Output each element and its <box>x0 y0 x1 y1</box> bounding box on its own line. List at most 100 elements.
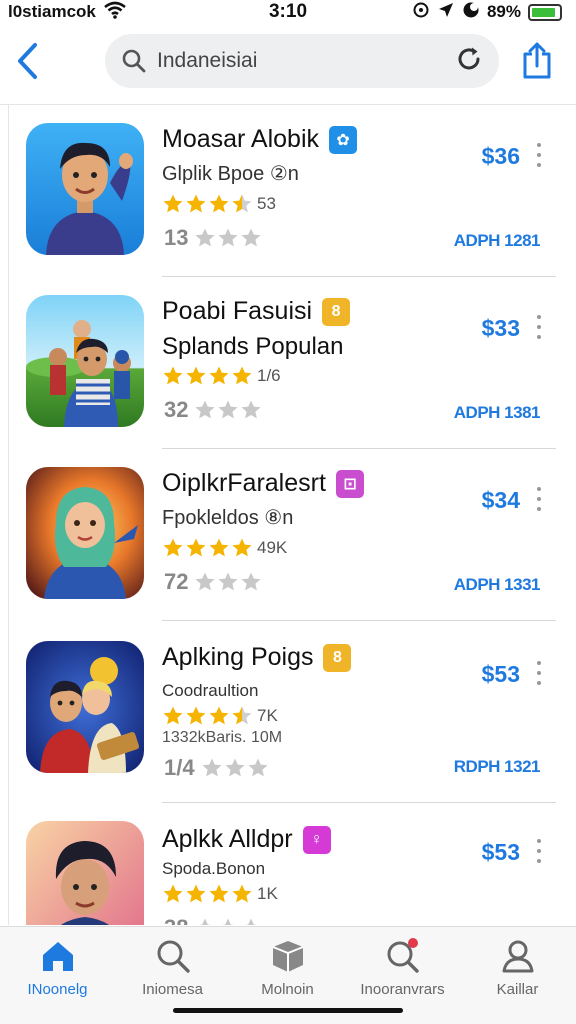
home-icon <box>42 942 73 971</box>
star-icon <box>244 918 259 925</box>
rating-line: 49K <box>162 537 287 559</box>
moon-icon <box>462 1 480 24</box>
more-options-icon[interactable] <box>536 315 542 339</box>
count-value: 13 <box>164 225 189 250</box>
tab-notifications[interactable]: Inooranvrars <box>345 937 460 998</box>
app-details: 1332kBaris. 10M <box>162 729 283 746</box>
app-badge-icon: 8 <box>323 643 352 672</box>
star-icon <box>232 706 252 725</box>
more-options-icon[interactable] <box>536 661 542 685</box>
star-icon <box>163 194 183 213</box>
navigation-icon <box>437 1 455 24</box>
search-notification-icon <box>387 938 419 973</box>
get-button[interactable]: ADPH 1381 <box>454 403 541 423</box>
app-title-line: Aplking Poigs 8 <box>162 643 352 672</box>
star-icon <box>232 366 252 385</box>
box-icon <box>272 941 303 972</box>
star-rating-grey <box>194 399 262 421</box>
star-icon <box>186 194 206 213</box>
status-time: 3:10 <box>268 1 308 22</box>
list-item[interactable]: Poabi Fasuisi 8 Splands Populan 1/6 32 $… <box>0 277 576 449</box>
tab-label: Iniomesa <box>142 981 203 998</box>
wifi-icon <box>104 1 126 24</box>
star-icon <box>218 228 238 247</box>
get-button[interactable]: ADPH 1331 <box>454 575 541 595</box>
back-button[interactable] <box>10 40 44 82</box>
tab-profile[interactable]: Kaillar <box>460 937 575 998</box>
star-icon <box>209 366 229 385</box>
count-value: 72 <box>164 569 189 594</box>
star-icon <box>195 572 215 591</box>
star-rating <box>162 883 253 905</box>
star-icon <box>163 706 183 725</box>
app-icon[interactable] <box>26 467 144 599</box>
count-line: 1/4 <box>164 755 273 781</box>
share-button[interactable] <box>516 40 558 82</box>
search-input[interactable] <box>157 49 455 73</box>
row-divider <box>162 620 556 621</box>
rating-line: 1/6 <box>162 365 281 387</box>
price-label[interactable]: $33 <box>482 315 520 342</box>
star-icon <box>163 884 183 903</box>
tab-label: Inooranvrars <box>360 981 445 998</box>
star-icon <box>198 918 213 925</box>
status-left: l0stiamcok <box>8 1 126 24</box>
status-right: 89% <box>412 1 562 24</box>
get-button[interactable]: RDPH 1321 <box>454 757 541 777</box>
star-icon <box>209 706 229 725</box>
app-title-line: Aplkk Alldpr ♀ <box>162 825 331 854</box>
price-label[interactable]: $34 <box>482 487 520 514</box>
app-name: Moasar Alobik <box>162 125 320 153</box>
app-icon[interactable] <box>26 821 144 925</box>
star-rating <box>162 705 253 727</box>
more-options-icon[interactable] <box>536 487 542 511</box>
battery-percent: 89% <box>486 2 521 21</box>
home-indicator <box>173 1008 403 1013</box>
app-name: Aplkk Alldpr <box>162 825 293 853</box>
app-name: Poabi Fasuisi <box>162 297 313 325</box>
star-icon <box>186 706 206 725</box>
list-item[interactable]: Aplkk Alldpr ♀ Spoda.Bonon 1K 38 $53 <box>0 803 576 925</box>
refresh-icon[interactable] <box>455 45 483 78</box>
price-label[interactable]: $53 <box>482 839 520 866</box>
price-label[interactable]: $53 <box>482 661 520 688</box>
star-icon <box>186 538 206 557</box>
rating-count: 49K <box>257 538 288 557</box>
list-item[interactable]: OiplkrFaralesrt ⊡ Fpokleldos ⑧n 49K 72 $… <box>0 449 576 621</box>
star-icon <box>163 538 183 557</box>
battery-fill <box>532 7 556 17</box>
star-icon <box>195 228 215 247</box>
count-value: 38 <box>164 915 188 925</box>
rating-count: 1/6 <box>257 366 281 385</box>
app-subtitle: Spoda.Bonon <box>162 859 266 878</box>
more-options-icon[interactable] <box>536 839 542 863</box>
search-bar[interactable] <box>105 34 499 88</box>
app-icon[interactable] <box>26 641 144 773</box>
star-icon <box>186 366 206 385</box>
rating-count: 7K <box>257 706 278 725</box>
star-icon <box>232 884 252 903</box>
tab-search[interactable]: Iniomesa <box>115 937 230 998</box>
app-badge-icon: ⊡ <box>335 469 364 498</box>
app-subtitle: Fpokleldos ⑧n <box>162 507 294 529</box>
star-rating-grey <box>201 757 269 779</box>
star-icon <box>241 572 261 591</box>
app-subtitle: Splands Populan <box>162 333 344 360</box>
app-subtitle: Coodraultion <box>162 681 259 700</box>
get-button[interactable]: ADPH 1281 <box>454 231 541 251</box>
tab-box[interactable]: Molnoin <box>230 937 345 998</box>
tab-home[interactable]: INoonelg <box>0 937 115 998</box>
rating-count: 53 <box>257 194 276 213</box>
more-options-icon[interactable] <box>536 143 542 167</box>
price-label[interactable]: $36 <box>482 143 520 170</box>
search-header <box>0 28 576 94</box>
search-icon <box>157 940 190 973</box>
search-icon <box>122 49 146 73</box>
list-item[interactable]: Moasar Alobik ✿ Glplik Bpoe ②n 53 13 $36… <box>0 105 576 277</box>
share-icon <box>523 42 551 79</box>
carrier-label: l0stiamcok <box>8 2 96 21</box>
star-icon <box>225 758 245 777</box>
list-item[interactable]: Aplking Poigs 8 Coodraultion 7K 1332kBar… <box>0 623 576 803</box>
app-icon[interactable] <box>26 123 144 255</box>
app-icon[interactable] <box>26 295 144 427</box>
